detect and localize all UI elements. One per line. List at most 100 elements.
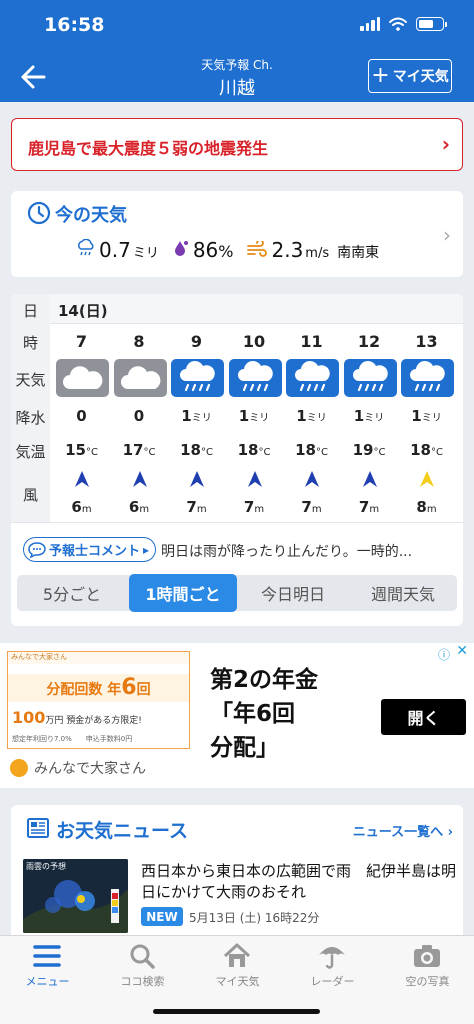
- rain-icon: [228, 359, 282, 397]
- chevron-right-icon: ▸: [143, 542, 150, 557]
- chevron-right-icon: ›: [443, 223, 451, 247]
- hour-label: 8: [133, 332, 145, 351]
- cloudy-icon: [113, 359, 167, 397]
- tab-my-weather[interactable]: マイ天気: [190, 936, 285, 996]
- rain-icon: [401, 359, 454, 397]
- precipitation: 1ミリ: [238, 407, 270, 425]
- app-header: 16:58 天気予報 Ch. 川越 + マイ天気: [0, 0, 474, 102]
- hour-column[interactable]: 12 1ミリ 19°C 7m: [341, 324, 398, 522]
- tab-radar[interactable]: レーダー: [285, 936, 380, 996]
- segment-weekly[interactable]: 週間天気: [349, 575, 457, 611]
- tab-menu[interactable]: メニュー: [0, 936, 95, 996]
- ad-image[interactable]: みんなで大家さん 分配回数 年6回 100万円 預金がある方限定! 想定年利回り…: [7, 651, 190, 749]
- rain-icon: [286, 359, 339, 397]
- precipitation: 0: [133, 407, 145, 425]
- status-time: 16:58: [44, 14, 105, 36]
- segment-5min[interactable]: 5分ごと: [17, 575, 127, 611]
- earthquake-alert-banner[interactable]: 鹿児島で最大震度５弱の地震発生 ›: [11, 118, 463, 171]
- newspaper-icon: [27, 818, 49, 838]
- temperature: 17°C: [122, 441, 156, 459]
- umbrella-icon: [319, 947, 345, 969]
- wind-speed: 6m: [71, 498, 92, 516]
- ad-close-icon[interactable]: ✕: [456, 643, 468, 659]
- clock-icon: [27, 201, 51, 225]
- current-weather-values: 0.7 ミリ 86 % 2.3 m/s 南南東: [77, 238, 393, 262]
- hour-column[interactable]: 8 0 17°C 6m: [111, 324, 168, 522]
- ad-image-footnote: 想定年利回り7.0% 申込手数料0円: [12, 735, 133, 743]
- new-badge: NEW: [141, 907, 183, 926]
- temperature: 18°C: [295, 441, 328, 459]
- wind-direction-arrow-icon: [75, 471, 89, 487]
- ad-image-top: みんなで大家さん: [8, 652, 189, 664]
- precipitation: 1ミリ: [181, 407, 212, 425]
- rain-icon: [171, 359, 224, 397]
- ad-open-button[interactable]: 開く: [381, 699, 466, 735]
- wind-speed: 7m: [358, 498, 380, 516]
- hour-label: 10: [242, 332, 266, 351]
- hour-column[interactable]: 9 1ミリ 18°C 7m: [168, 324, 225, 522]
- tab-sky-photos[interactable]: 空の写真: [380, 936, 474, 996]
- news-list-link[interactable]: ニュース一覧へ ›: [353, 821, 453, 840]
- row-label-hour: 時: [22, 334, 38, 352]
- hour-column[interactable]: 7 0 15°C 6m: [53, 324, 110, 522]
- humidity-icon: [174, 241, 188, 256]
- signal-icon: [360, 17, 380, 31]
- ad-info-icon[interactable]: ⓘ: [438, 646, 450, 663]
- news-thumbnail[interactable]: 雨雲の予想: [23, 859, 128, 933]
- rain-cloud-icon: [78, 239, 94, 256]
- humidity-value: 86: [192, 238, 219, 262]
- news-section-title: お天気ニュース: [56, 820, 189, 842]
- wind-icon: [247, 241, 268, 257]
- forecaster-comment-label: 予報士コメント: [49, 544, 141, 559]
- plus-icon: +: [371, 63, 390, 88]
- wind-direction-arrow-icon: [247, 471, 262, 487]
- precipitation: 0: [76, 407, 87, 425]
- segment-today-tomorrow[interactable]: 今日明日: [239, 575, 347, 611]
- weather-news-card: お天気ニュース ニュース一覧へ › 雨雲の予想 西日本から東日本の広範囲で雨 紀…: [11, 805, 463, 945]
- temperature: 18°C: [410, 441, 443, 459]
- wind-value: 2.3: [271, 238, 304, 262]
- hour-label: 12: [357, 332, 381, 351]
- hour-column[interactable]: 13 1ミリ 18°C 8m: [398, 324, 455, 522]
- forecast-date-row: 14(日): [50, 294, 463, 324]
- forecast-row-labels: 日 時 天気 降水 気温 風: [11, 294, 50, 522]
- search-icon: [130, 944, 155, 969]
- hour-label: 9: [190, 332, 203, 351]
- current-weather-card[interactable]: 今の天気 0.7 ミリ 86 % 2.3 m/s 南南東 ›: [11, 191, 463, 277]
- forecaster-comment-text[interactable]: 明日は雨が降ったり止んだり。一時的...: [161, 541, 456, 561]
- humidity-unit: %: [218, 242, 234, 261]
- chevron-right-icon: ›: [441, 132, 450, 156]
- current-weather-title: 今の天気: [55, 205, 127, 226]
- ad-brand: みんなで大家さん: [10, 758, 146, 778]
- row-label-rain: 降水: [15, 409, 46, 427]
- add-myweather-label: マイ天気: [392, 69, 449, 85]
- wind-speed: 7m: [301, 498, 322, 516]
- segment-hourly[interactable]: 1時間ごと: [129, 574, 237, 612]
- home-icon: [223, 943, 251, 967]
- wifi-icon: [389, 17, 407, 31]
- camera-icon: [414, 945, 440, 967]
- tab-search[interactable]: ココ検索: [95, 936, 190, 996]
- advertisement[interactable]: みんなで大家さん 分配回数 年6回 100万円 預金がある方限定! 想定年利回り…: [0, 643, 474, 788]
- wind-speed: 7m: [243, 498, 265, 516]
- ad-image-headline: 分配回数 年6回: [8, 674, 189, 702]
- alert-text: 鹿児島で最大震度５弱の地震発生: [28, 139, 269, 158]
- wind-direction: 南南東: [337, 245, 380, 261]
- precipitation: 1ミリ: [353, 407, 385, 425]
- forecaster-comment-button[interactable]: 予報士コメント ▸: [23, 537, 156, 562]
- temperature: 15°C: [65, 441, 98, 459]
- hour-column[interactable]: 11 1ミリ 18°C 7m: [283, 324, 340, 522]
- temperature: 18°C: [237, 441, 271, 459]
- hour-label: 11: [300, 332, 323, 351]
- wind-speed: 7m: [186, 498, 207, 516]
- news-headline[interactable]: 西日本から東日本の広範囲で雨 紀伊半島は明日にかけて大雨のおそれ: [141, 861, 456, 903]
- home-indicator: [153, 1009, 320, 1014]
- ad-image-sub: 100万円 預金がある方限定!: [12, 708, 142, 727]
- hour-column[interactable]: 10 1ミリ 18°C 7m: [226, 324, 283, 522]
- cloudy-icon: [56, 359, 109, 397]
- thumbnail-caption: 雨雲の予想: [26, 862, 66, 871]
- add-myweather-button[interactable]: + マイ天気: [368, 59, 452, 93]
- forecast-date: 14(日): [58, 302, 108, 320]
- wind-direction-arrow-icon: [362, 471, 377, 487]
- wind-direction-arrow-icon: [132, 471, 147, 487]
